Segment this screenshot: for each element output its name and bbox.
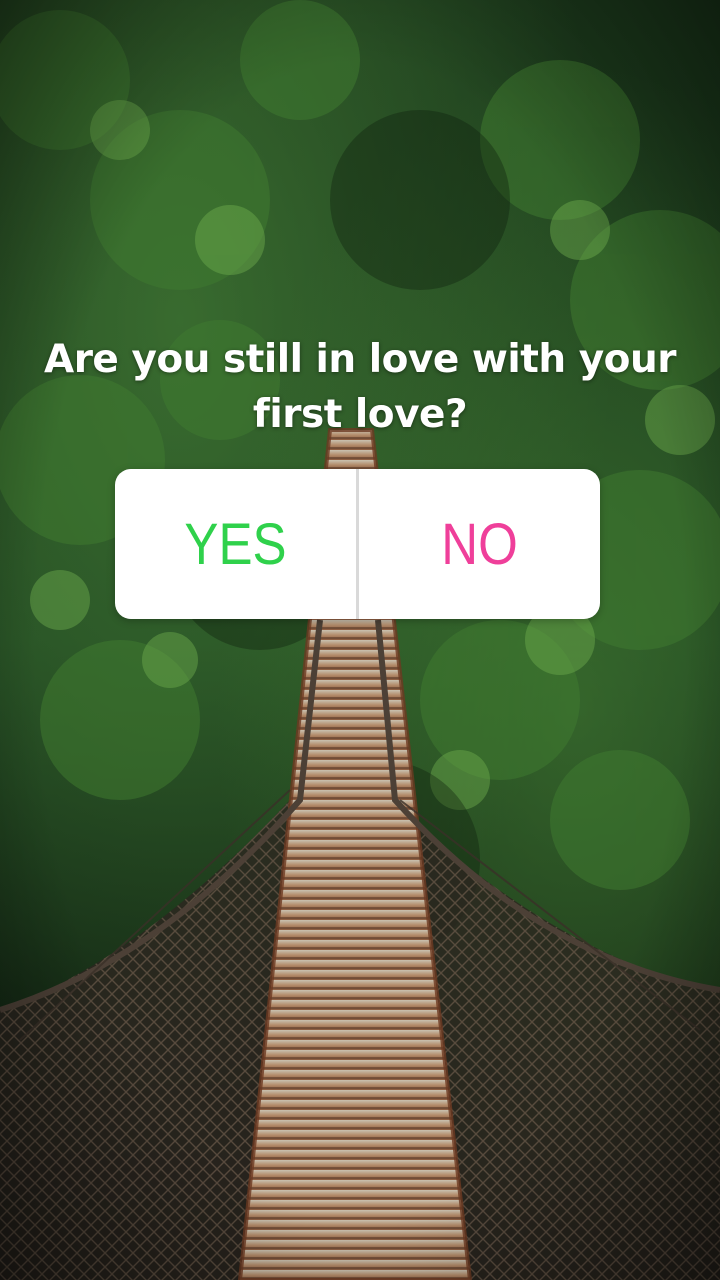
background-photo-forest-bridge (0, 0, 720, 1280)
poll-option-no[interactable]: NO (373, 469, 585, 619)
poll-option-yes[interactable]: YES (129, 469, 341, 619)
question-text: Are you still in love with your first lo… (20, 332, 700, 442)
question-line-2: first love? (252, 392, 468, 437)
poll-sticker: YES NO (115, 469, 600, 619)
story-screen: Are you still in love with your first lo… (0, 0, 720, 1280)
poll-divider (356, 469, 359, 619)
question-line-1: Are you still in love with your (44, 337, 676, 382)
